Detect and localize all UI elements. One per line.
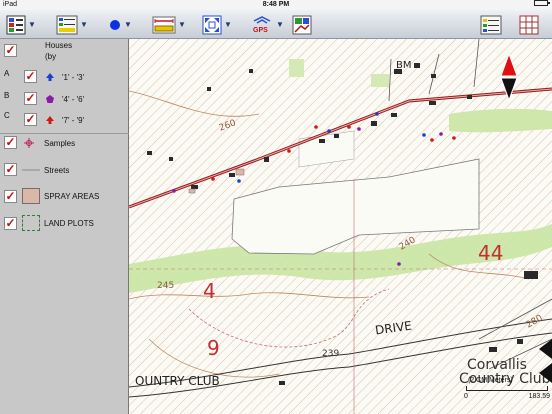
measure-button[interactable]: ▼ [152,14,186,35]
map-label: BM [396,60,412,71]
samples-checkbox[interactable]: ✓ [4,136,17,149]
class-range: '1' - '3' [62,73,85,82]
class-range: '4' - '6' [62,95,85,104]
zoom-extent-icon [202,15,222,34]
map-label: 44 [478,241,504,265]
class-letter: A [4,69,10,78]
grid-icon [519,15,539,34]
layers-list-icon [6,15,26,34]
list-view-icon [480,15,502,34]
battery-icon [534,0,550,6]
samples-label: Samples [44,139,76,148]
land-plots-label: LAND PLOTS [44,219,94,228]
streets-checkbox[interactable]: ✓ [4,163,17,176]
polygon-fill-icon [22,188,40,204]
dashed-polygon-icon [22,215,40,231]
map-label: 245 [157,281,175,291]
map-label: OUNTRY CLUB [135,374,220,388]
spray-areas-label: SPRAY AREAS [44,192,100,201]
purple-pentagon-icon [46,95,54,103]
chevron-down-icon: ▼ [276,20,284,29]
class-letter: B [4,91,10,100]
class-letter: C [4,111,10,120]
streets-label: Streets [44,166,70,175]
status-bar: iPad 8:48 PM [0,0,552,10]
houses-checkbox[interactable]: ✓ [4,44,17,57]
gps-button[interactable]: GPS ▼ [250,14,284,35]
grid-view-button[interactable] [519,14,539,35]
blue-dot-icon [110,19,120,30]
blue-arrow-icon [46,73,54,81]
scale-left-value: 0 [464,393,468,400]
chevron-down-icon: ▼ [124,20,132,29]
houses-sub-label: (by [45,52,57,61]
legend-icon [56,15,78,34]
layers-list-button[interactable]: ▼ [6,14,36,35]
class-b-checkbox[interactable]: ✓ [24,92,37,105]
svg-text:GPS: GPS [253,27,268,34]
class-c-checkbox[interactable]: ✓ [24,113,37,126]
houses-label: Houses [45,41,73,50]
zoom-extent-button[interactable]: ▼ [202,14,232,35]
line-icon [22,169,40,171]
land-plots-checkbox[interactable]: ✓ [4,217,17,230]
main-toolbar: ▼ ▼ ▼ ▼ ▼ GPS ▼ [0,10,552,39]
class-range: '7' - '9' [62,116,85,125]
map-label: 239 [322,349,340,359]
chevron-down-icon: ▼ [224,20,232,29]
red-arrow-icon [46,116,54,124]
clock: 8:48 PM [262,1,290,8]
chevron-down-icon: ▼ [178,20,186,29]
spray-areas-checkbox[interactable]: ✓ [4,190,17,203]
point-tool-button[interactable]: ▼ [108,14,132,35]
list-view-button[interactable] [480,14,502,35]
gps-icon: GPS [253,15,271,34]
chevron-down-icon: ▼ [28,20,36,29]
map-view[interactable]: OUNTRY CLUB DRIVE Corvallis Country Club… [129,39,552,414]
layers-panel: ✓ Houses (by A ✓ '1' - '3' B ✓ '4' - '6'… [0,39,129,414]
crosshair-icon [24,138,34,148]
battery-indicator [534,0,550,6]
scale-bar-line [466,386,548,391]
scale-units: (2 CM:Meters) [468,377,513,384]
map-label: 9 [207,336,220,360]
ruler-icon [152,16,176,33]
scale-bar: (2 CM:Meters) 0 183.59 [462,373,550,411]
map-tools-icon [292,15,312,34]
chevron-down-icon: ▼ [80,20,88,29]
scale-right-value: 183.59 [528,393,550,400]
north-arrow-icon[interactable] [499,54,519,102]
map-tools-button[interactable] [292,14,312,35]
divider [0,133,129,134]
map-label: 4 [203,279,216,303]
legend-button[interactable]: ▼ [56,14,88,35]
class-a-checkbox[interactable]: ✓ [24,70,37,83]
